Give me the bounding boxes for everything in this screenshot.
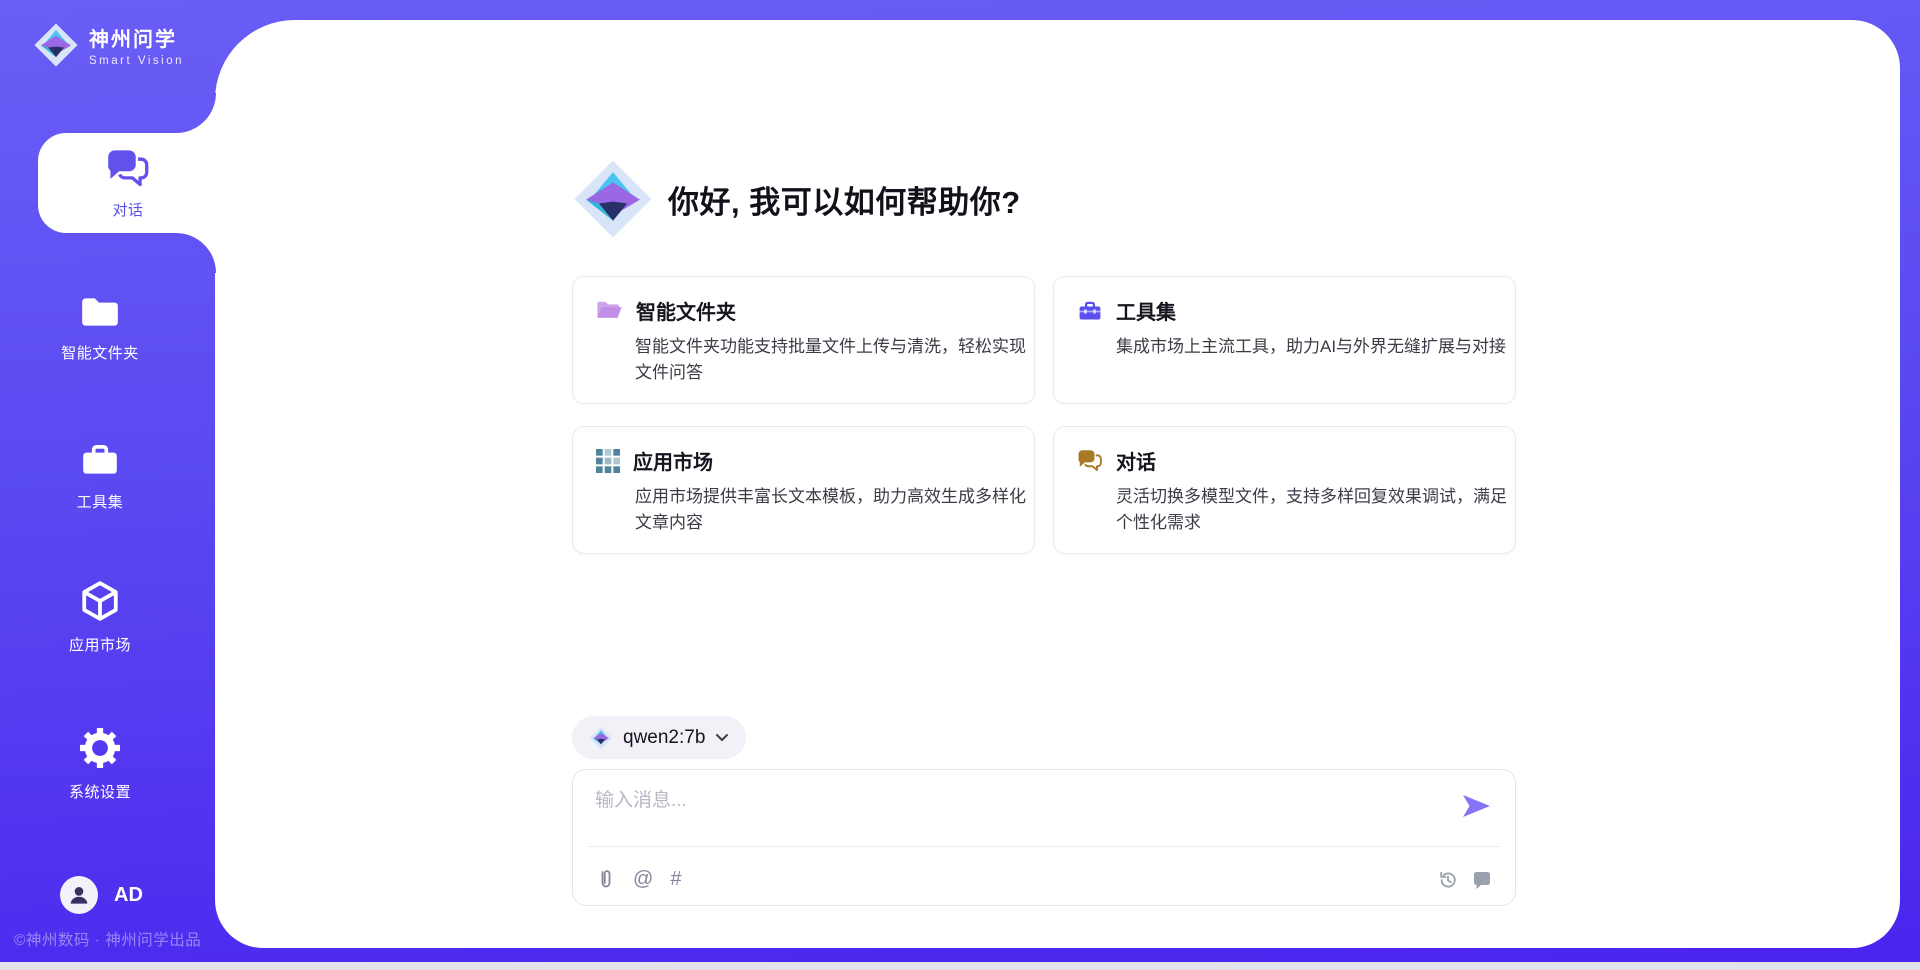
user-profile[interactable]: AD [60,876,143,914]
sidebar-item-toolset[interactable]: 工具集 [0,441,200,512]
window-bottom-edge [0,962,1920,970]
chevron-down-icon [715,733,729,742]
send-icon[interactable] [1462,795,1490,817]
sidebar-item-label: 系统设置 [69,781,131,802]
copyright-footer: ©神州数码 · 神州问学出品 [14,928,201,950]
gear-icon [79,727,121,769]
history-icon[interactable] [1438,870,1458,890]
toolbox-icon [79,441,121,479]
avatar [60,876,98,914]
toolbox-icon [1077,299,1103,323]
brand-diamond-icon [572,158,654,240]
main-content-panel: 你好, 我可以如何帮助你? 智能文件夹 智能文件夹功能支持批量文件上传与清洗，轻… [215,20,1900,948]
person-icon [66,882,92,908]
card-chat[interactable]: 对话 灵活切换多模型文件，支持多样回复效果调试，满足个性化需求 [1053,426,1516,554]
sidebar-item-settings[interactable]: 系统设置 [0,727,200,802]
chat-bubbles-icon [1077,449,1103,472]
composer-divider [588,846,1500,847]
model-name: qwen2:7b [623,727,705,749]
sidebar-item-label: 工具集 [77,491,124,512]
model-selector[interactable]: qwen2:7b [572,716,746,759]
composer-tools-left: @ # [596,868,681,890]
folder-open-icon [596,299,623,322]
card-toolset[interactable]: 工具集 集成市场上主流工具，助力AI与外界无缝扩展与对接 [1053,276,1516,404]
message-input[interactable] [595,785,1455,841]
message-composer: @ # [572,769,1516,906]
card-title: 对话 [1116,446,1156,475]
card-title: 应用市场 [633,446,713,475]
greeting-block: 你好, 我可以如何帮助你? [572,158,1021,240]
mention-icon[interactable]: @ [633,869,653,889]
brand-subtitle: Smart Vision [89,55,184,67]
cube-icon [79,580,121,622]
sidebar: 神州问学 Smart Vision 智能文件夹 工具集 应用市场 系统设置 AD… [0,0,215,970]
composer-tools-right [1438,870,1492,890]
folder-icon [78,292,122,330]
grid-icon [596,449,620,473]
card-description: 集成市场上主流工具，助力AI与外界无缝扩展与对接 [1116,334,1508,360]
card-description: 灵活切换多模型文件，支持多样回复效果调试，满足个性化需求 [1116,484,1508,535]
card-title: 工具集 [1116,296,1176,325]
sidebar-item-smart-folder[interactable]: 智能文件夹 [0,292,200,363]
sidebar-item-label: 智能文件夹 [61,342,139,363]
card-description: 应用市场提供丰富长文本模板，助力高效生成多样化文章内容 [635,484,1027,535]
attach-icon[interactable] [596,868,616,890]
sidebar-item-app-market[interactable]: 应用市场 [0,580,200,655]
greeting-title: 你好, 我可以如何帮助你? [668,177,1021,222]
user-name: AD [114,884,143,907]
card-smart-folder[interactable]: 智能文件夹 智能文件夹功能支持批量文件上传与清洗，轻松实现文件问答 [572,276,1035,404]
feedback-bubble-icon[interactable] [1472,870,1492,890]
brand-name: 神州问学 [89,23,184,52]
card-app-market[interactable]: 应用市场 应用市场提供丰富长文本模板，助力高效生成多样化文章内容 [572,426,1035,554]
quick-start-cards: 智能文件夹 智能文件夹功能支持批量文件上传与清洗，轻松实现文件问答 工具集 集成… [572,276,1516,554]
sidebar-item-label: 应用市场 [69,634,131,655]
model-diamond-icon [589,726,613,750]
brand-diamond-icon [33,22,79,68]
brand-logo: 神州问学 Smart Vision [33,22,184,68]
hash-icon[interactable]: # [670,869,681,889]
card-title: 智能文件夹 [636,296,736,325]
card-description: 智能文件夹功能支持批量文件上传与清洗，轻松实现文件问答 [635,334,1027,385]
